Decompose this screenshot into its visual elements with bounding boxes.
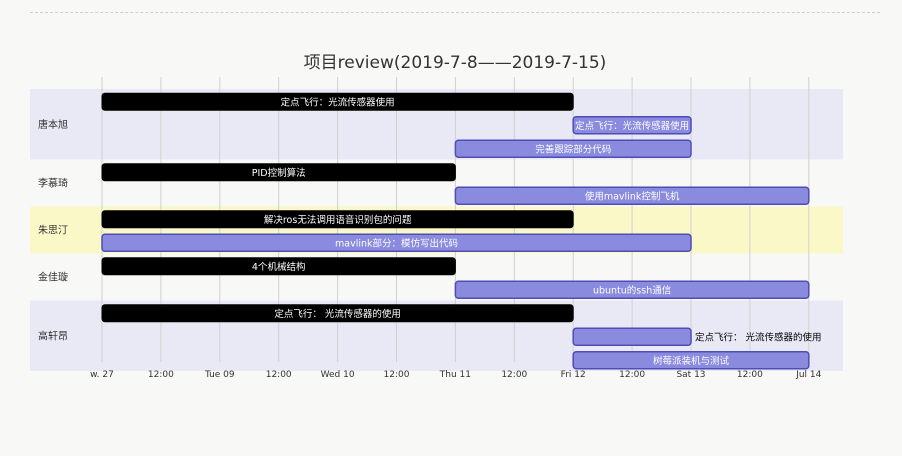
section-label: 高轩昂 <box>38 329 68 342</box>
tick-label: 12:00 <box>384 370 410 380</box>
task-label: 解决ros无法调用语音识别包的问题 <box>264 214 412 226</box>
task-label: 定点飞行： 光流传感器的使用 <box>695 331 822 343</box>
section-label: 朱思汀 <box>38 225 68 237</box>
task-label: 使用mavlink控制飞机 <box>585 190 680 202</box>
tick-label: Thu 11 <box>439 370 471 380</box>
task-bar <box>572 327 692 346</box>
tick-label: 12:00 <box>737 370 763 380</box>
tick-label: Sat 13 <box>676 370 705 380</box>
task-label: 树莓派装机与测试 <box>653 355 730 367</box>
task-label: 定点飞行： 光流传感器的使用 <box>274 308 401 320</box>
task-label: ubuntu的ssh通信 <box>593 284 671 296</box>
tick-label: Jul 14 <box>795 370 821 380</box>
task-label: 4个机械结构 <box>252 261 306 273</box>
chart-title: 项目review(2019-7-8——2019-7-15) <box>304 53 607 73</box>
task-label: mavlink部分：模仿写出代码 <box>335 237 458 249</box>
tick-label: Fri 12 <box>561 370 586 380</box>
task-label: 定点飞行：光流传感器使用 <box>575 120 689 132</box>
gantt-chart: w. 27 12:00 Tue 09 12:00 Wed 10 12:00 Thu 11 12… <box>30 53 843 380</box>
tick-label: 12:00 <box>619 370 645 380</box>
section-label: 金佳璇 <box>38 271 68 284</box>
tick-label: 12:00 <box>266 370 292 380</box>
section-label: 唐本旭 <box>38 118 68 131</box>
section-bands <box>30 89 843 371</box>
task-label: PID控制算法 <box>252 167 306 179</box>
tick-label: Wed 10 <box>321 370 355 380</box>
section-label: 李慕琦 <box>38 177 68 190</box>
tick-label: w. 27 <box>90 370 114 380</box>
task-label: 定点飞行：光流传感器使用 <box>281 96 395 108</box>
task-label: 完善跟踪部分代码 <box>535 143 611 155</box>
tick-label: 12:00 <box>148 370 174 380</box>
tick-label: 12:00 <box>501 370 527 380</box>
tick-label: Tue 09 <box>204 370 235 380</box>
